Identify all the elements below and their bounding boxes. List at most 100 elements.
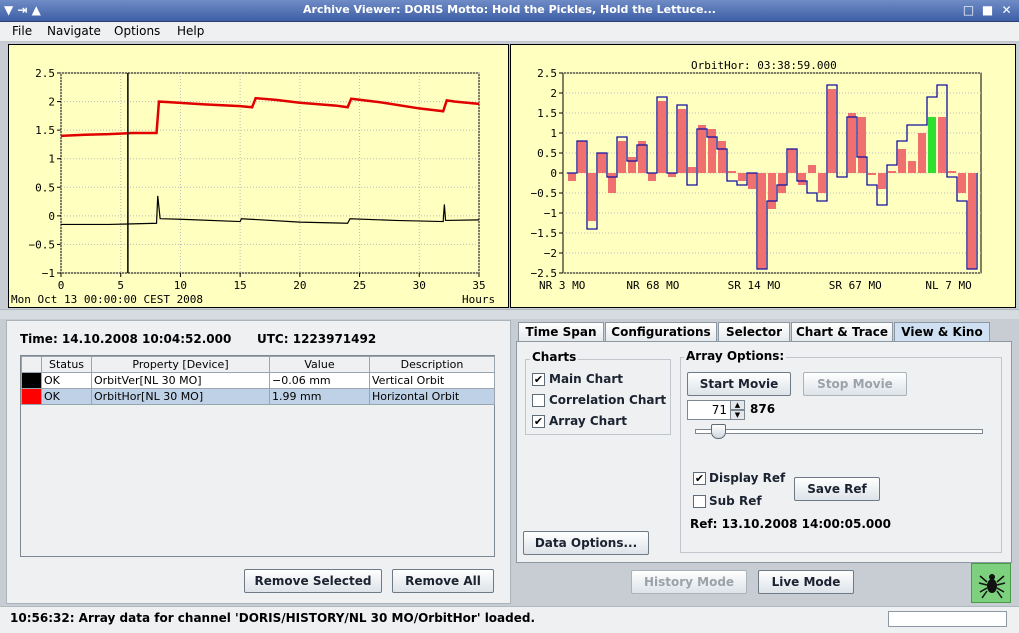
array-bar: [958, 173, 966, 193]
array-bar: [898, 149, 906, 173]
column-header-status[interactable]: Status: [41, 356, 92, 373]
y-tick-label: −1: [42, 267, 55, 280]
y-tick-label: 0.5: [537, 147, 557, 160]
array-bar: [868, 173, 876, 175]
spider-icon[interactable]: [971, 563, 1011, 603]
tab-chart-trace[interactable]: Chart & Trace: [791, 322, 893, 342]
status-bar: 10:56:32: Array data for channel 'DORIS/…: [0, 606, 1019, 633]
tab-view-kino[interactable]: View & Kino: [894, 322, 990, 342]
frame-slider-thumb[interactable]: [711, 424, 727, 439]
sub-ref-label: Sub Ref: [709, 494, 762, 508]
close-icon[interactable]: ✕: [998, 2, 1015, 19]
array-bar: [968, 173, 976, 269]
status-message: 10:56:32: Array data for channel 'DORIS/…: [10, 611, 536, 625]
array-bar: [708, 129, 716, 173]
x-tick-label: 30: [413, 279, 426, 292]
row-property: OrbitVer[NL 30 MO]: [91, 372, 270, 389]
main-chart-x-unit: Hours: [462, 293, 496, 306]
table-header: Status Property [Device] Value Descripti…: [21, 356, 495, 373]
column-header-property[interactable]: Property [Device]: [91, 356, 270, 373]
array-bar: [938, 117, 946, 173]
tab-selector[interactable]: Selector: [718, 322, 790, 342]
frame-spinner-input[interactable]: 71: [687, 400, 731, 420]
main-chart-panel[interactable]: 2.5 2 1.5 1 0.5 0 −0.5 −1 0 5 10 15 20 25 30 35 Mon Oct…: [8, 44, 509, 308]
correlation-chart-checkbox[interactable]: [532, 394, 545, 407]
minimize-icon[interactable]: □: [960, 2, 977, 19]
array-chart[interactable]: 2.521.510.50−0.5−1−1.5−2−2.5NR 3 MO NR 68…: [511, 45, 1015, 307]
tab-time-span[interactable]: Time Span: [518, 322, 604, 342]
save-ref-button[interactable]: Save Ref: [794, 477, 880, 501]
array-bar: [738, 173, 746, 181]
channels-table-area: Status Property [Device] Value Descripti…: [20, 355, 495, 557]
array-bar: [848, 113, 856, 173]
start-movie-button[interactable]: Start Movie: [687, 372, 791, 396]
array-bar: [578, 141, 586, 173]
array-bar: [698, 125, 706, 173]
x-tick-label: 10: [174, 279, 187, 292]
spinner-down-icon[interactable]: ▼: [730, 410, 745, 420]
array-bar: [778, 173, 786, 193]
split-divider[interactable]: [0, 309, 1019, 319]
array-bar: [818, 173, 826, 193]
table-row-selected[interactable]: OK OrbitHor[NL 30 MO] 1.99 mm Horizontal…: [21, 388, 495, 405]
main-chart-checkbox[interactable]: ✔: [532, 373, 545, 386]
plot-area: [60, 72, 480, 274]
sub-ref-checkbox[interactable]: [693, 495, 706, 508]
main-chart[interactable]: 2.521.510.50−0.5−10 5 10 15 20 25 30 35: [9, 45, 508, 307]
array-bar: [918, 133, 926, 173]
y-tick-label: 0: [48, 210, 55, 223]
y-tick-label: 1: [550, 127, 557, 140]
frame-slider-track[interactable]: [695, 429, 983, 434]
remove-selected-button[interactable]: Remove Selected: [244, 569, 382, 593]
y-tick-label: 1.5: [35, 124, 55, 137]
array-chart-panel[interactable]: 2.5 2 1.5 1 0.5 0 −0.5 −1 −1.5 −2 −2.5 NR 3 MO NR 68…: [510, 44, 1016, 308]
array-bar: [608, 173, 616, 193]
array-bar: [618, 141, 626, 173]
array-bar: [598, 153, 606, 173]
y-tick-label: −0.5: [29, 238, 56, 251]
stop-movie-button[interactable]: Stop Movie: [803, 372, 907, 396]
row-description: Vertical Orbit: [369, 372, 495, 389]
array-bar: [928, 117, 936, 173]
array-chart-checkbox[interactable]: ✔: [532, 415, 545, 428]
view-kino-panel: Charts ✔ Main Chart Correlation Chart ✔ …: [516, 341, 1012, 563]
live-mode-button[interactable]: Live Mode: [758, 570, 854, 594]
row-color-swatch[interactable]: [21, 388, 42, 405]
y-tick-label: 1: [48, 153, 55, 166]
x-tick-label: 0: [58, 279, 65, 292]
data-options-button[interactable]: Data Options...: [523, 531, 649, 555]
display-ref-label: Display Ref: [709, 471, 786, 485]
column-header-description[interactable]: Description: [369, 356, 495, 373]
display-ref-checkbox[interactable]: ✔: [693, 472, 706, 485]
array-bar: [628, 157, 636, 173]
menu-help[interactable]: Help: [177, 24, 204, 38]
array-bar: [568, 173, 576, 181]
x-axis-label: SR 67 MO: [829, 279, 882, 292]
row-value: −0.06 mm: [269, 372, 370, 389]
x-axis-label: SR 14 MO: [728, 279, 781, 292]
y-tick-label: 2.5: [35, 67, 55, 80]
menu-options[interactable]: Options: [114, 24, 160, 38]
array-bar: [748, 173, 756, 189]
y-tick-label: −2: [544, 247, 557, 260]
ref-timestamp: Ref: 13.10.2008 14:00:05.000: [690, 517, 891, 531]
color-column-header: [21, 356, 42, 373]
column-header-value[interactable]: Value: [269, 356, 370, 373]
menu-navigate[interactable]: Navigate: [47, 24, 101, 38]
correlation-chart-label: Correlation Chart: [549, 393, 667, 407]
frame-total: 876: [750, 402, 776, 416]
array-bar: [718, 141, 726, 173]
history-mode-button[interactable]: History Mode: [631, 570, 747, 594]
array-bar: [878, 173, 886, 189]
remove-all-button[interactable]: Remove All: [392, 569, 494, 593]
spinner-up-icon[interactable]: ▲: [730, 400, 745, 410]
maximize-icon[interactable]: ■: [979, 2, 996, 19]
menu-file[interactable]: File: [12, 24, 32, 38]
x-axis-label: NR 68 MO: [626, 279, 679, 292]
tab-configurations[interactable]: Configurations: [605, 322, 717, 342]
y-tick-label: 0.5: [35, 181, 55, 194]
y-tick-label: 2.5: [537, 67, 557, 80]
row-color-swatch[interactable]: [21, 372, 42, 389]
array-bar: [688, 167, 696, 173]
table-row[interactable]: OK OrbitVer[NL 30 MO] −0.06 mm Vertical …: [21, 372, 495, 389]
